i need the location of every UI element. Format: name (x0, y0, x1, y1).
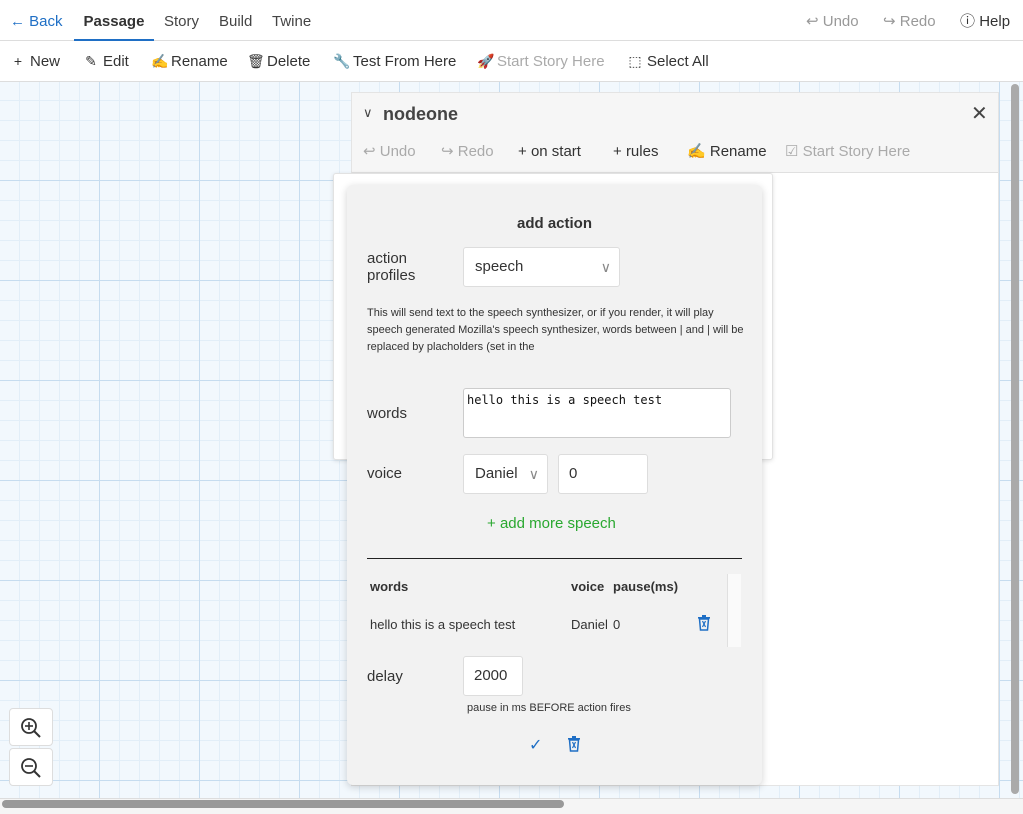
vertical-scrollbar[interactable] (1011, 84, 1019, 794)
pencil-icon: ✎ (85, 53, 97, 69)
delete-row-trash-icon[interactable] (697, 615, 711, 635)
checkbox-icon: ☑ (785, 143, 799, 160)
rename-button[interactable]: ✍ Rename (151, 41, 228, 82)
dialog-rename-button[interactable]: ✍ Rename (687, 140, 767, 164)
undo-button[interactable]: ↩ Undo (806, 0, 859, 41)
help-icon: ⓘ (960, 13, 976, 30)
top-bar: ← Back Passage Story Build Twine ↩ Undo … (0, 0, 1023, 41)
plus-icon: + (518, 143, 527, 160)
table-header-voice: voice (571, 579, 605, 594)
on-start-button[interactable]: + on start (518, 140, 581, 164)
add-action-title: add action (516, 215, 592, 232)
table-cell-words: hello this is a speech test (370, 617, 516, 632)
undo-icon: ↩ (363, 143, 376, 160)
table-cell-voice: Daniel (571, 617, 608, 632)
dialog-undo-button[interactable]: ↩ Undo (363, 140, 416, 164)
passage-toolbar: + New ✎ Edit ✍ Rename 🗑 Delete 🔧 Test From He… (0, 41, 1023, 82)
dialog-title: nodeone (383, 104, 458, 124)
action-description: This will send text to the speech synthe… (367, 307, 744, 353)
add-more-speech-button[interactable]: + add more speech (487, 515, 616, 532)
select-all-icon: ⬚ (628, 53, 642, 69)
undo-icon: ↩ (806, 13, 819, 30)
tab-twine[interactable]: Twine (272, 0, 311, 41)
plus-icon: + (613, 143, 622, 160)
dialog-start-story-here-button[interactable]: ☑ Start Story Here (785, 140, 910, 164)
tab-passage[interactable]: Passage (74, 0, 154, 41)
collapse-chevron-icon[interactable]: ∨ (363, 105, 373, 121)
delay-input[interactable]: 2000 (463, 656, 523, 696)
rules-button[interactable]: + rules (613, 140, 658, 164)
divider (367, 558, 742, 559)
zoom-in-button[interactable] (9, 708, 53, 746)
tab-build[interactable]: Build (219, 0, 252, 41)
back-button[interactable]: ← Back (10, 0, 63, 41)
table-header-pause: pause(ms) (613, 579, 679, 594)
delay-hint: pause in ms BEFORE action fires (467, 702, 631, 714)
close-icon[interactable]: ✕ (971, 101, 988, 126)
help-button[interactable]: ⓘ Help (960, 0, 1010, 41)
start-story-here-button[interactable]: 🚀 Start Story Here (477, 41, 605, 82)
edit-button[interactable]: ✎ Edit (83, 41, 129, 82)
words-label: words (367, 405, 408, 422)
chevron-down-icon: ∨ (528, 466, 539, 482)
add-action-panel: add action action profiles speech ∨ This… (347, 185, 762, 785)
delete-action-trash-icon[interactable] (567, 736, 581, 757)
delete-button[interactable]: 🗑 Delete (247, 41, 310, 82)
trash-icon: 🗑 (247, 53, 265, 69)
action-profile-select[interactable]: speech ∨ (463, 247, 620, 287)
signature-icon: ✍ (151, 53, 169, 69)
plus-icon: + (487, 515, 496, 532)
rocket-icon: 🚀 (477, 53, 495, 69)
action-profiles-label: action profiles (367, 250, 416, 284)
zoom-out-icon (21, 758, 41, 778)
horizontal-scrollbar[interactable] (2, 800, 564, 808)
dialog-redo-button[interactable]: ↪ Redo (441, 140, 494, 164)
confirm-check-icon[interactable]: ✓ (529, 735, 542, 755)
table-scrollbar[interactable] (727, 574, 741, 647)
plus-icon: + (13, 53, 23, 69)
tab-story[interactable]: Story (164, 0, 199, 41)
table-cell-pause: 0 (613, 617, 621, 632)
voice-label: voice (367, 465, 403, 482)
table-header-words: words (370, 579, 409, 594)
redo-icon: ↪ (441, 143, 454, 160)
dialog-header: ∨ nodeone ✕ ↩ Undo ↪ Redo + on start + r… (352, 93, 998, 173)
zoom-in-icon (21, 718, 41, 738)
arrow-left-icon: ← (10, 13, 25, 30)
new-button[interactable]: + New (10, 41, 60, 82)
redo-icon: ↪ (883, 13, 896, 30)
zoom-out-button[interactable] (9, 748, 53, 786)
wrench-icon: 🔧 (333, 53, 351, 69)
pause-input[interactable]: 0 (558, 454, 648, 494)
select-all-button[interactable]: ⬚ Select All (627, 41, 708, 82)
redo-button[interactable]: ↪ Redo (883, 0, 936, 41)
test-from-here-button[interactable]: 🔧 Test From Here (333, 41, 456, 82)
chevron-down-icon: ∨ (600, 259, 611, 275)
words-textarea[interactable]: hello this is a speech test (463, 388, 731, 438)
signature-icon: ✍ (687, 143, 706, 160)
voice-select[interactable]: Daniel ∨ (463, 454, 548, 494)
delay-label: delay (367, 668, 403, 685)
